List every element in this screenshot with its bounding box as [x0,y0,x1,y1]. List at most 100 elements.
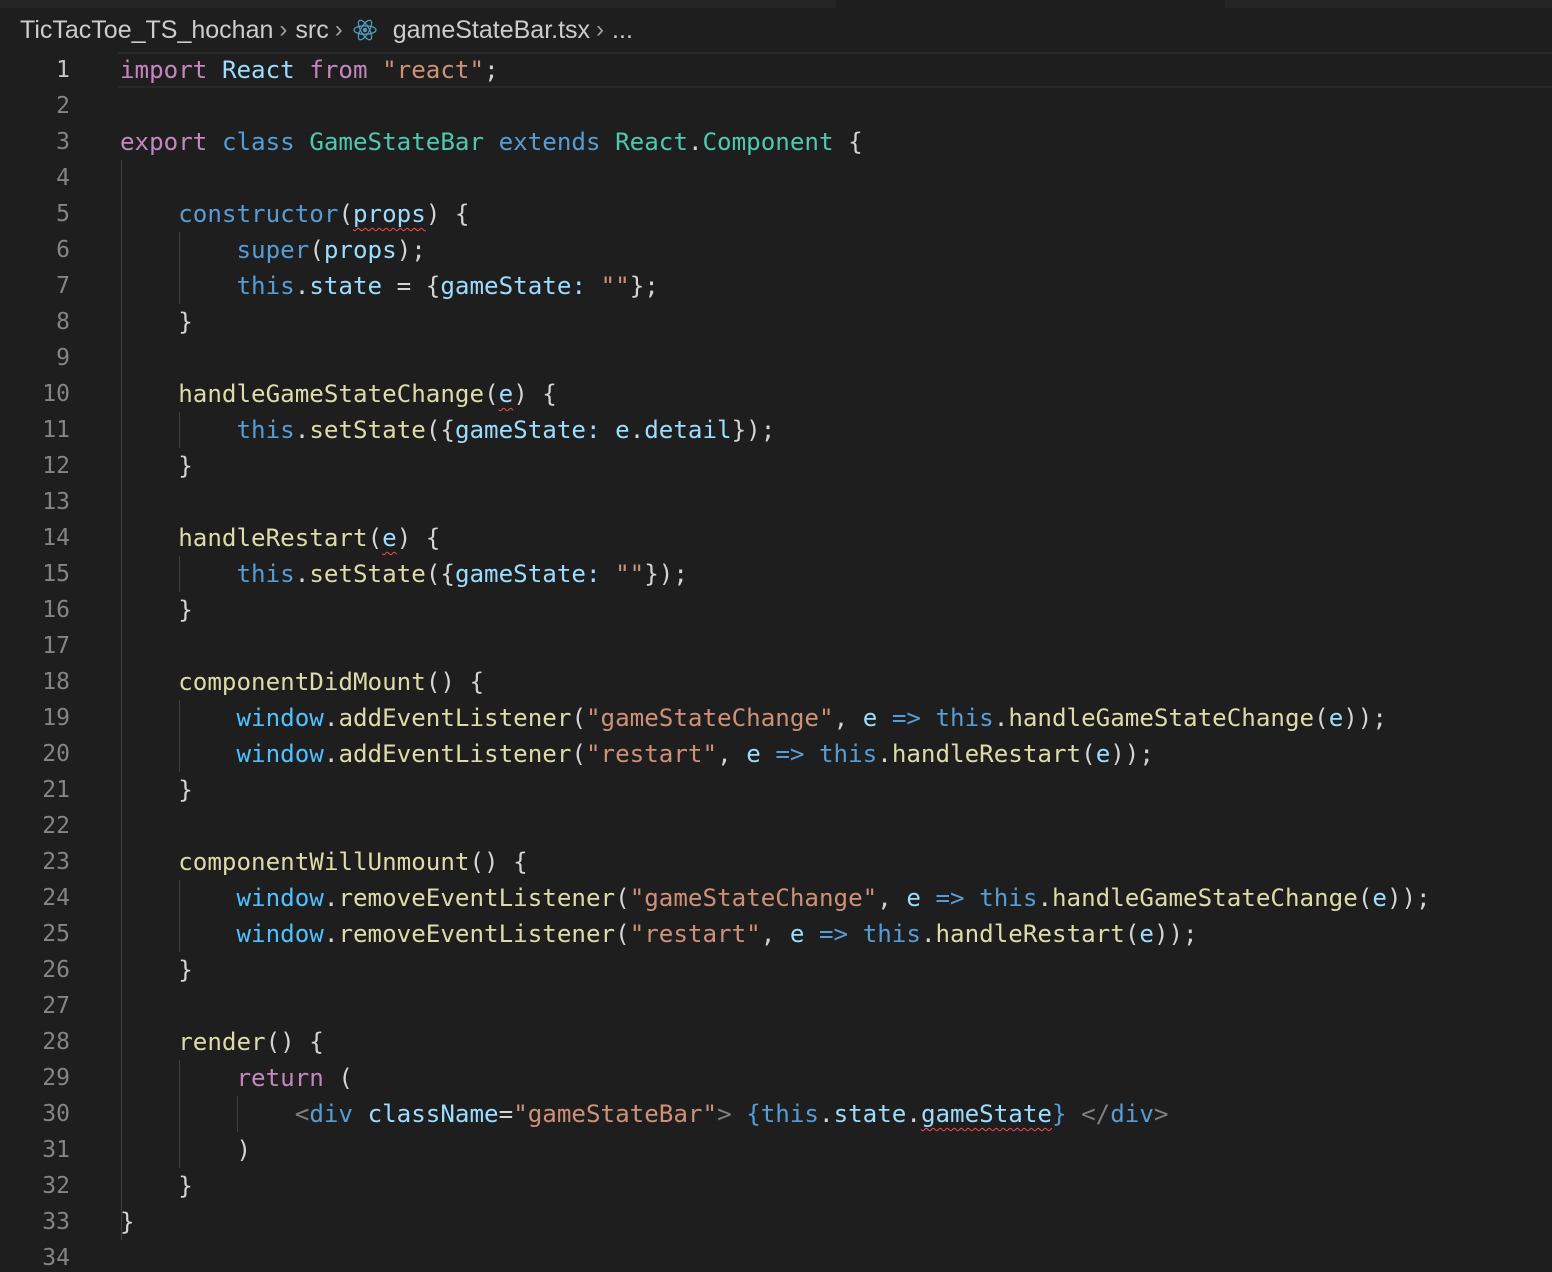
code-line[interactable]: return ( [120,1060,1552,1096]
code-token: div [309,1100,353,1128]
code-line[interactable] [120,628,1552,664]
code-token: ( [1357,884,1373,912]
breadcrumb-more[interactable]: ... [612,16,633,45]
code-line[interactable]: } [120,1168,1552,1204]
code-line[interactable]: export class GameStateBar extends React.… [120,124,1552,160]
code-token: "restart" [629,920,761,948]
code-line[interactable]: this.setState({gameState: ""}); [120,556,1552,592]
code-editor[interactable]: 1 2 3 4 5 6 7 8 9 10 11 12 13 14 15 16 17 18 19 20 21 22 23 24 2… [0,52,1552,1272]
code-line[interactable]: <div className="gameStateBar"> {this.sta… [120,1096,1552,1132]
code-token: e [1139,920,1154,948]
line-number: 31 [42,1137,70,1163]
code-line[interactable]: this.state = {gameState: ""}; [120,268,1552,304]
code-token: , [760,920,790,948]
code-token: , [717,740,747,768]
code-line[interactable] [120,988,1552,1024]
code-token: () { [469,848,528,876]
code-line[interactable] [120,160,1552,196]
code-token: class [221,128,295,156]
code-line[interactable]: window.addEventListener("restart", e => … [120,736,1552,772]
code-line[interactable]: componentWillUnmount() { [120,844,1552,880]
line-number: 26 [42,957,70,983]
code-line[interactable]: } [120,448,1552,484]
code-token: return [236,1064,324,1092]
code-line[interactable]: handleGameStateChange(e) { [120,376,1552,412]
code-line[interactable]: import React from "react"; [120,52,1552,88]
code-token: ({ [425,416,455,444]
code-token: e [746,740,761,768]
code-line[interactable]: render() { [120,1024,1552,1060]
code-line[interactable]: } [120,304,1552,340]
code-line[interactable]: window.removeEventListener("restart", e … [120,916,1552,952]
code-token: React [221,56,295,84]
code-line[interactable] [120,340,1552,376]
line-number-gutter[interactable]: 1 2 3 4 5 6 7 8 9 10 11 12 13 14 15 16 17 18 19 20 21 22 23 24 2… [0,52,70,1272]
code-token: }); [731,416,776,444]
code-line[interactable]: window.removeEventListener("gameStateCha… [120,880,1552,916]
code-token: . [294,272,310,300]
code-token: . [323,704,339,732]
code-token: ) [120,1136,252,1164]
code-token: < [294,1100,310,1128]
code-token: e [498,380,514,408]
chevron-right-icon: › [334,16,343,43]
code-token: props [353,200,426,228]
code-token: } [120,596,193,624]
code-token: this [760,1100,819,1128]
code-line[interactable]: ) [120,1132,1552,1168]
code-token: this [979,884,1038,912]
code-line[interactable]: } [120,772,1552,808]
code-token: handleRestart [891,740,1082,768]
code-token: addEventListener [338,704,572,732]
code-token: "" [615,560,645,588]
code-line[interactable]: } [120,592,1552,628]
code-token: window [236,740,324,768]
code-line[interactable] [120,1240,1552,1272]
code-line[interactable]: this.setState({gameState: e.detail}); [120,412,1552,448]
tab-strip-segment [1225,0,1552,8]
code-token: export [120,128,208,156]
code-token: . [687,128,703,156]
code-line[interactable]: super(props); [120,232,1552,268]
code-token: . [993,704,1009,732]
code-token: . [629,416,645,444]
line-number: 7 [56,273,70,299]
code-token: GameStateBar [309,128,485,156]
code-token: setState [309,560,426,588]
line-number: 30 [42,1101,70,1127]
code-token: componentWillUnmount [178,848,470,876]
code-token: ( [484,380,499,408]
code-line[interactable]: } [120,952,1552,988]
code-line[interactable]: componentDidMount() { [120,664,1552,700]
code-token: } [120,1208,135,1236]
code-line[interactable] [120,808,1552,844]
code-content[interactable]: import React from "react"; export class G… [120,52,1552,1272]
line-number: 28 [42,1029,70,1055]
code-token: . [294,416,310,444]
chevron-right-icon: › [279,16,288,43]
line-number: 2 [56,93,70,119]
code-token: } [120,1172,193,1200]
code-line[interactable] [120,484,1552,520]
breadcrumb-project[interactable]: TicTacToe_TS_hochan [20,16,273,45]
code-line[interactable] [120,88,1552,124]
code-line[interactable]: } [120,1204,1552,1240]
code-token: React [615,128,688,156]
code-line[interactable]: handleRestart(e) { [120,520,1552,556]
line-number: 33 [42,1209,70,1235]
breadcrumb-file[interactable]: gameStateBar.tsx [393,16,590,45]
code-token: e [615,416,630,444]
breadcrumb-folder[interactable]: src [295,16,328,45]
code-line[interactable]: constructor(props) { [120,196,1552,232]
code-line[interactable]: window.addEventListener("gameStateChange… [120,700,1552,736]
line-number: 13 [42,489,70,515]
